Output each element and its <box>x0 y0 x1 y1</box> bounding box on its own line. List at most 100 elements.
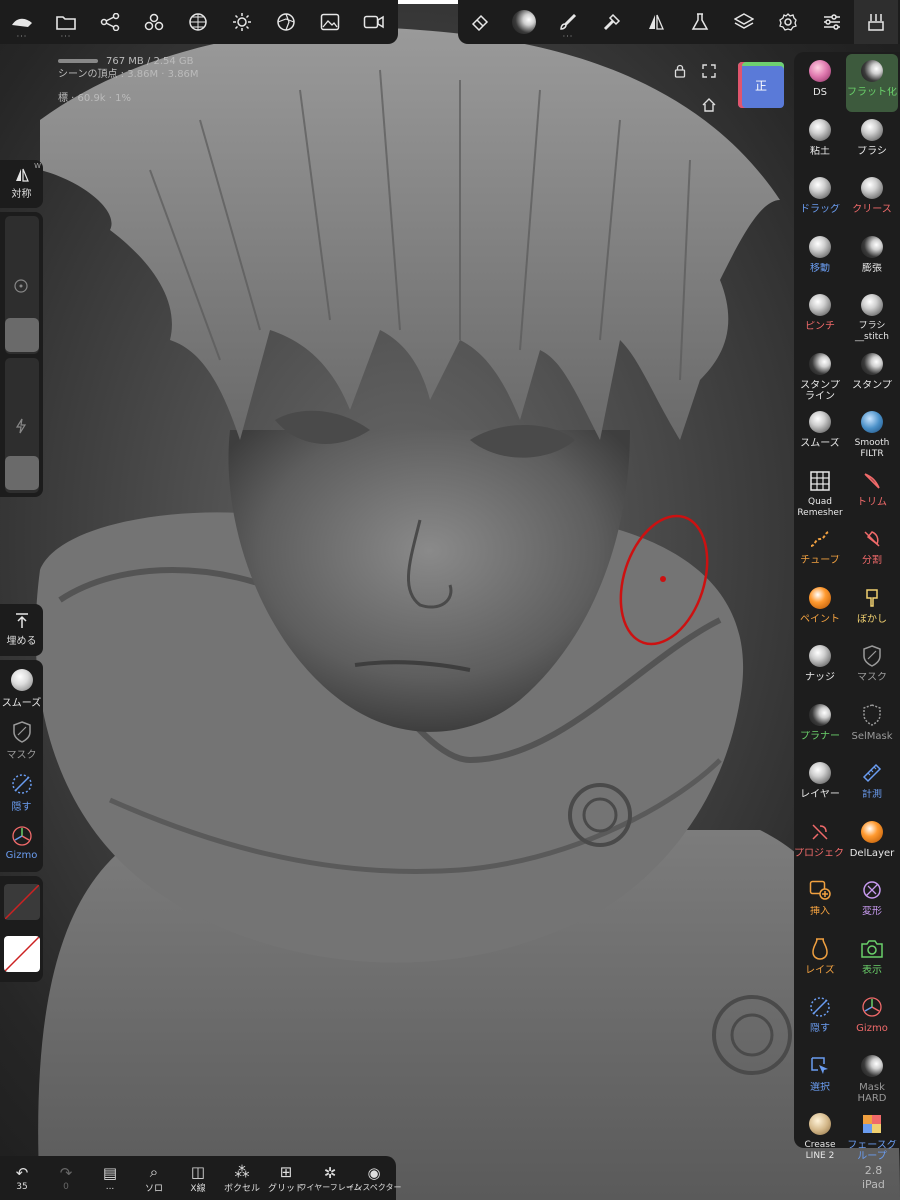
tool-プロジェクト[interactable]: プロジェクト <box>794 815 846 873</box>
primary-color-swatch[interactable] <box>4 884 40 920</box>
home-icon[interactable] <box>702 98 716 116</box>
tool-gizmo[interactable]: Gizmo <box>846 990 898 1048</box>
quick-tool-smooth[interactable]: スムーズ <box>0 664 43 714</box>
symmetry-toggle[interactable]: 対称 W <box>0 160 43 208</box>
quick-tool-hide[interactable]: 隠す <box>0 768 43 818</box>
secondary-color-swatch[interactable] <box>4 936 40 972</box>
tool-ブラシ[interactable]: ブラシ <box>846 113 898 171</box>
tool-トリム[interactable]: トリム <box>846 464 898 522</box>
quick-tool-gizmo[interactable]: Gizmo <box>0 820 43 870</box>
background-image-icon[interactable] <box>308 0 352 44</box>
transform-icon <box>859 877 885 903</box>
stroke-settings-icon[interactable] <box>854 0 898 44</box>
std-icon <box>807 760 833 786</box>
tool-隠す[interactable]: 隠す <box>794 990 846 1048</box>
tool-ドラッグ[interactable]: ドラッグ <box>794 171 846 229</box>
hide-icon <box>10 772 34 796</box>
tool-label: 変形 <box>862 906 882 917</box>
tool-フラット化[interactable]: フラット化 <box>846 54 898 112</box>
tool-smooth-filtr[interactable]: Smooth FILTR <box>846 405 898 463</box>
quick-tool-mask[interactable]: マスク <box>0 716 43 766</box>
tool-label: Quad Remesher <box>797 496 843 518</box>
layers-icon[interactable] <box>722 0 766 44</box>
eraser-icon[interactable] <box>458 0 502 44</box>
bottom-search-button[interactable]: ⌕ ソロ <box>132 1156 176 1200</box>
tool-ブラシ__stitch[interactable]: ブラシ__stitch <box>846 288 898 346</box>
camera-icon[interactable] <box>352 0 396 44</box>
tool-粘土[interactable]: 粘土 <box>794 113 846 171</box>
tool-ぼかし[interactable]: ぼかし <box>846 581 898 639</box>
bottom-book-button[interactable]: ▤... <box>88 1156 132 1200</box>
tool-label: フラット化 <box>847 87 897 98</box>
view-cube[interactable]: 正 <box>738 62 784 108</box>
tool-クリース[interactable]: クリース <box>846 171 898 229</box>
tool-quad-remesher[interactable]: Quad Remesher <box>794 464 846 522</box>
render-icon[interactable] <box>264 0 308 44</box>
tool-チューブ[interactable]: チューブ <box>794 522 846 580</box>
hammer-icon[interactable] <box>590 0 634 44</box>
sliders-icon[interactable] <box>810 0 854 44</box>
nomad-logo-icon[interactable]: ··· <box>0 0 44 44</box>
folder-icon[interactable]: ··· <box>44 0 88 44</box>
lock-icon[interactable] <box>674 64 686 82</box>
tool-ピンチ[interactable]: ピンチ <box>794 288 846 346</box>
ruler-icon <box>859 760 885 786</box>
tool-label: 移動 <box>810 262 830 274</box>
tool-レイズ[interactable]: レイズ <box>794 932 846 990</box>
tool-label: ドラッグ <box>800 204 840 215</box>
tool-計測[interactable]: 計測 <box>846 756 898 814</box>
tool-膨張[interactable]: 膨張 <box>846 230 898 288</box>
bottom-inspector-button[interactable]: ◉ インスペクター <box>347 1156 402 1200</box>
material-sphere-icon[interactable] <box>502 0 546 44</box>
tool-プラナー[interactable]: プラナー <box>794 698 846 756</box>
tool-label: ペイント <box>800 613 840 625</box>
tool-表示[interactable]: 表示 <box>846 932 898 990</box>
scene-tree-icon[interactable] <box>88 0 132 44</box>
tool-フェースグループ[interactable]: フェースグループ <box>846 1107 898 1165</box>
bottom-wireframe-button[interactable]: ✲ ワイヤーフレーム <box>298 1156 361 1200</box>
dark-icon <box>859 351 885 377</box>
radius-slider-knob[interactable] <box>5 318 39 352</box>
tool-選択[interactable]: 選択 <box>794 1049 846 1107</box>
symmetry-icon[interactable] <box>634 0 678 44</box>
tool-ds[interactable]: DS <box>794 54 846 112</box>
tool-selmask[interactable]: SelMask <box>846 698 898 756</box>
topology-icon[interactable] <box>176 0 220 44</box>
tool-mask-hard[interactable]: Mask HARD <box>846 1049 898 1107</box>
tool-変形[interactable]: 変形 <box>846 873 898 931</box>
tool-crease-line-2[interactable]: Crease LINE 2 <box>794 1107 846 1165</box>
light-icon[interactable] <box>220 0 264 44</box>
tool-スタンプ[interactable]: スタンプ <box>846 347 898 405</box>
flask-icon[interactable] <box>678 0 722 44</box>
sculpt-viewport[interactable] <box>0 0 900 1200</box>
grid-icon: ⊞ <box>279 1162 293 1181</box>
primitives-icon[interactable] <box>132 0 176 44</box>
settings-icon[interactable] <box>766 0 810 44</box>
bottom-grid-button[interactable]: ⊞ グリッド <box>264 1156 308 1200</box>
paint-brush-icon[interactable]: ··· <box>546 0 590 44</box>
tool-挿入[interactable]: 挿入 <box>794 873 846 931</box>
quick-tool-label: Gizmo <box>5 850 38 861</box>
bottom-xray-button[interactable]: ◫ X線 <box>176 1156 220 1200</box>
tool-dellayer[interactable]: DelLayer <box>846 815 898 873</box>
bottom-voxel-button[interactable]: ⁂ ボクセル <box>220 1156 264 1200</box>
bottom-button-label: ボクセル <box>223 1183 260 1194</box>
fill-button[interactable]: 埋める <box>0 604 43 656</box>
tool-スタンプ-ライン[interactable]: スタンプ ライン <box>794 347 846 405</box>
dark-icon <box>859 58 885 84</box>
tool-レイヤー[interactable]: レイヤー <box>794 756 846 814</box>
bottom-undo-button[interactable]: ↶ 35 <box>0 1156 44 1200</box>
dark-icon <box>807 351 833 377</box>
fullscreen-icon[interactable] <box>702 64 716 82</box>
tool-マスク[interactable]: マスク <box>846 639 898 697</box>
select-icon <box>807 1053 833 1079</box>
tool-分割[interactable]: 分割 <box>846 522 898 580</box>
intensity-slider-knob[interactable] <box>5 456 39 490</box>
tool-label: マスク <box>857 672 887 683</box>
tool-label: DelLayer <box>849 847 895 859</box>
tool-スムーズ[interactable]: スムーズ <box>794 405 846 463</box>
tool-ペイント[interactable]: ペイント <box>794 581 846 639</box>
tool-ナッジ[interactable]: ナッジ <box>794 639 846 697</box>
bottom-redo-button[interactable]: ↷ 0 <box>44 1156 88 1200</box>
tool-移動[interactable]: 移動 <box>794 230 846 288</box>
